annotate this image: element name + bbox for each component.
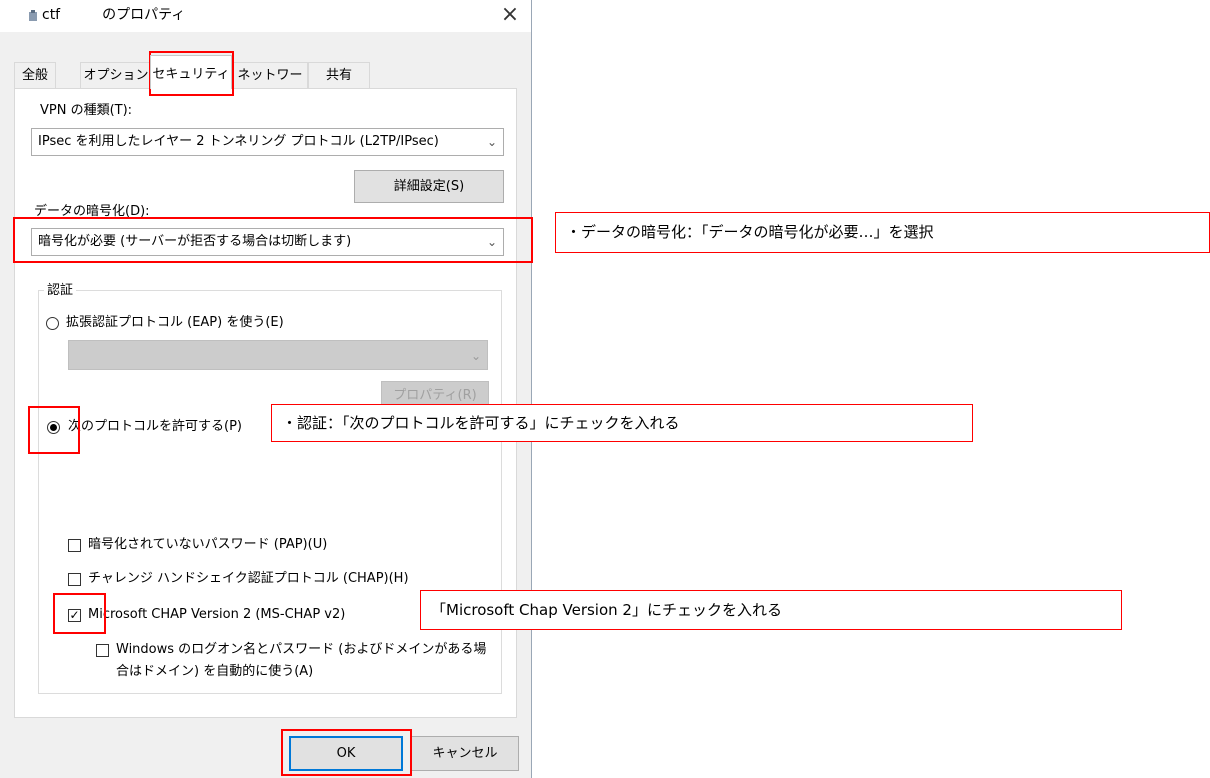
window-title: ctf のプロパティ bbox=[42, 6, 185, 24]
chap-checkbox[interactable] bbox=[68, 573, 81, 586]
cancel-button[interactable]: キャンセル bbox=[411, 736, 519, 771]
windows-logon-checkbox[interactable] bbox=[96, 644, 109, 657]
windows-logon-label-line1: Windows のログオン名とパスワード (およびドメインがある場 bbox=[116, 642, 487, 657]
auth-group-label: 認証 bbox=[44, 283, 77, 299]
pap-checkbox[interactable] bbox=[68, 539, 81, 552]
advanced-settings-button[interactable]: 詳細設定(S) bbox=[354, 170, 504, 203]
window-title-prefix: ctf bbox=[42, 7, 61, 23]
windows-logon-label-line2: 合はドメイン) を自動的に使う(A) bbox=[116, 664, 314, 679]
eap-radio-label: 拡張認証プロトコル (EAP) を使う(E) bbox=[66, 315, 284, 330]
close-icon[interactable]: × bbox=[495, 1, 525, 29]
highlight-mschap bbox=[53, 593, 106, 634]
highlight-ok-button bbox=[281, 729, 412, 776]
highlight-encryption bbox=[13, 217, 533, 263]
auth-note: ・認証：「次のプロトコルを許可する」にチェックを入れる bbox=[271, 404, 973, 442]
vpn-type-select[interactable]: IPsec を利用したレイヤー 2 トンネリング プロトコル (L2TP/IPs… bbox=[31, 128, 504, 156]
vpn-type-value: IPsec を利用したレイヤー 2 トンネリング プロトコル (L2TP/IPs… bbox=[38, 134, 439, 149]
chevron-down-icon: ⌄ bbox=[470, 349, 481, 363]
tab-options[interactable]: オプション bbox=[80, 62, 152, 88]
highlight-allow-radio bbox=[28, 406, 80, 454]
window-title-suffix: のプロパティ bbox=[102, 7, 186, 23]
mschap-label: Microsoft CHAP Version 2 (MS-CHAP v2) bbox=[88, 607, 346, 622]
tab-security[interactable]: セキュリティ bbox=[150, 55, 232, 89]
mschap-note: 「Microsoft Chap Version 2」にチェックを入れる bbox=[420, 590, 1122, 630]
tab-network[interactable]: ネットワーク bbox=[232, 62, 308, 109]
vpn-type-label: VPN の種類(T): bbox=[40, 103, 133, 118]
pap-label: 暗号化されていないパスワード (PAP)(U) bbox=[88, 537, 328, 552]
tab-general[interactable]: 全般 bbox=[14, 62, 56, 88]
chap-label: チャレンジ ハンドシェイク認証プロトコル (CHAP)(H) bbox=[88, 571, 409, 586]
encryption-note: ・データの暗号化：「データの暗号化が必要…」を選択 bbox=[555, 212, 1210, 253]
chevron-down-icon: ⌄ bbox=[486, 135, 497, 149]
tab-sharing[interactable]: 共有 bbox=[308, 62, 370, 88]
eap-radio[interactable] bbox=[46, 317, 59, 330]
network-connection-icon bbox=[29, 10, 37, 21]
allow-protocols-label: 次のプロトコルを許可する(P) bbox=[68, 419, 242, 434]
eap-method-select[interactable]: ⌄ bbox=[68, 340, 488, 370]
